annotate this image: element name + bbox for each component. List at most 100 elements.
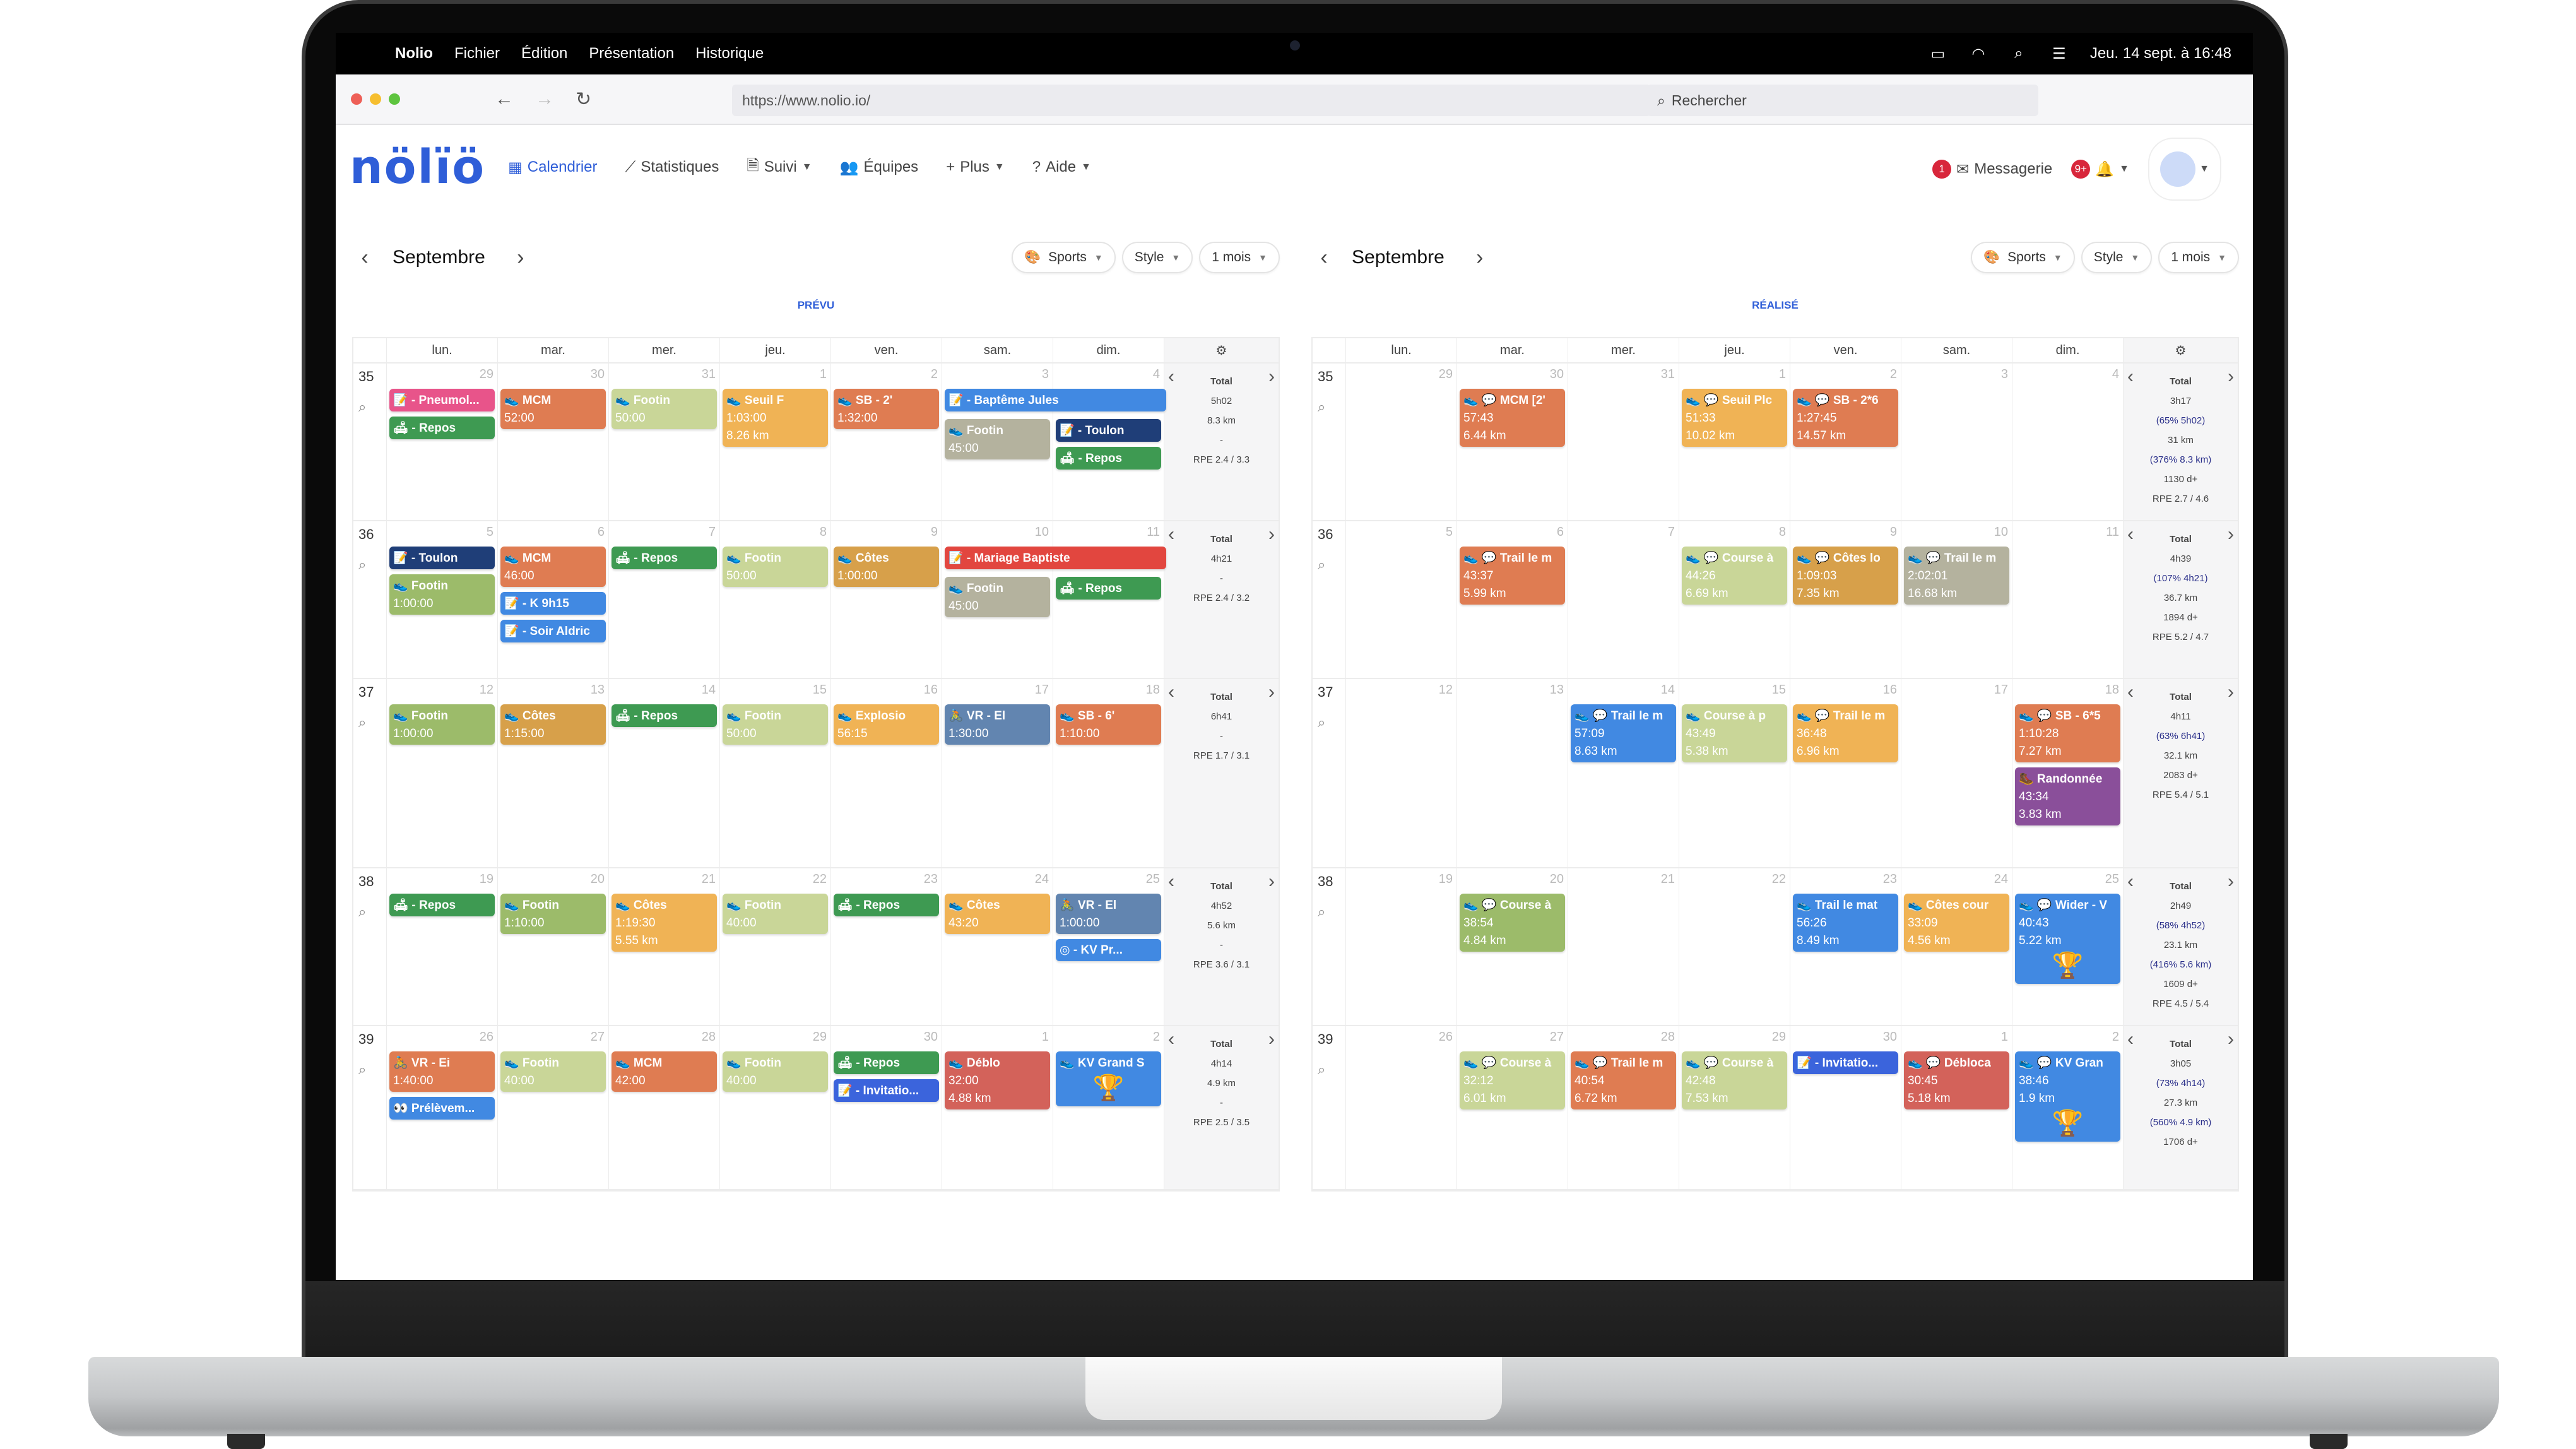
minimize-window-button[interactable] — [370, 93, 381, 105]
search-icon[interactable]: ⌕ — [358, 1062, 386, 1078]
search-icon[interactable]: ⌕ — [358, 557, 386, 573]
nav-item-calendrier[interactable]: ▦ Calendrier — [508, 155, 597, 180]
range-dropdown[interactable]: 1 mois ▼ — [1199, 242, 1280, 273]
chevron-left-icon[interactable]: ‹ — [1168, 682, 1174, 703]
style-dropdown[interactable]: Style ▼ — [1121, 242, 1193, 273]
calendar-event[interactable]: 👟 💬 MCM [2' 57:43 6.44 km — [1460, 389, 1565, 447]
calendar-event[interactable]: 👟 Footin 50:00 — [612, 389, 717, 429]
day-cell[interactable]: 29 — [1345, 364, 1456, 520]
day-cell[interactable]: 8 👟 💬 Course à 44:26 6.69 km — [1679, 521, 1790, 678]
nav-item-suivi[interactable]: 🗎 Suivi ▼ — [747, 155, 812, 180]
calendar-event[interactable]: 🛋 - Repos — [612, 547, 717, 569]
menubar-item-edition[interactable]: Édition — [521, 45, 567, 62]
day-cell[interactable]: 2 👟 💬 SB - 2*6 1:27:45 14.57 km — [1790, 364, 1901, 520]
calendar-event[interactable]: 📝 - Toulon — [389, 547, 495, 569]
day-cell[interactable]: 30 👟 MCM 52:00 — [497, 364, 608, 520]
day-cell[interactable]: 15 👟 Footin 50:00 — [719, 679, 830, 867]
day-cell[interactable]: 18 👟 SB - 6' 1:10:00 — [1053, 679, 1164, 867]
calendar-event[interactable]: 🛋 - Repos — [612, 704, 717, 727]
day-cell[interactable]: 19 — [1345, 868, 1456, 1025]
calendar-event[interactable]: 👟 SB - 6' 1:10:00 — [1056, 704, 1161, 745]
calendar-event[interactable]: 🥾 Randonnée 43:34 3.83 km — [2015, 767, 2120, 825]
day-cell[interactable]: 11 🛋 - Repos — [1053, 521, 1164, 678]
day-cell[interactable]: 29 👟 Footin 40:00 — [719, 1026, 830, 1189]
calendar-event[interactable]: 📝 - K 9h15 — [500, 592, 606, 615]
calendar-event[interactable]: 👟 Côtes 1:19:30 5.55 km — [612, 894, 717, 952]
day-cell[interactable]: 1 👟 Seuil F 1:03:00 8.26 km — [719, 364, 830, 520]
day-cell[interactable]: 29 📝 - Pneumol... 🛋 - Repos — [386, 364, 497, 520]
calendar-event[interactable]: 👟 💬 KV Gran 38:46 1.9 km 🏆 — [2015, 1051, 2120, 1142]
calendar-event[interactable]: 👟 MCM 42:00 — [612, 1051, 717, 1092]
day-cell[interactable]: 20 👟 Footin 1:10:00 — [497, 868, 608, 1025]
day-cell[interactable]: 21 👟 Côtes 1:19:30 5.55 km — [608, 868, 719, 1025]
day-cell[interactable]: 5 — [1345, 521, 1456, 678]
day-cell[interactable]: 24 👟 Côtes 43:20 — [942, 868, 1053, 1025]
calendar-event[interactable]: 👟 Footin 45:00 — [945, 577, 1050, 617]
day-cell[interactable]: 1 👟 💬 Seuil Plc 51:33 10.02 km — [1679, 364, 1790, 520]
calendar-event[interactable]: 👟 💬 SB - 2*6 1:27:45 14.57 km — [1793, 389, 1898, 447]
day-cell[interactable]: 14 👟 💬 Trail le m 57:09 8.63 km — [1568, 679, 1679, 867]
chevron-left-icon[interactable]: ‹ — [2127, 871, 2134, 892]
day-cell[interactable]: 1 👟 💬 Débloca 30:45 5.18 km — [1901, 1026, 2012, 1189]
day-cell[interactable]: 7 — [1568, 521, 1679, 678]
calendar-event[interactable]: 👟 Côtes 43:20 — [945, 894, 1050, 934]
day-cell[interactable]: 2 👟 KV Grand S 🏆 — [1053, 1026, 1164, 1189]
day-cell[interactable]: 10 👟 💬 Trail le m 2:02:01 16.68 km — [1901, 521, 2012, 678]
calendar-event[interactable]: 👟 💬 Trail le m 43:37 5.99 km — [1460, 547, 1565, 605]
day-cell[interactable]: 20 👟 💬 Course à 38:54 4.84 km — [1456, 868, 1568, 1025]
calendar-event[interactable]: 👟 💬 Seuil Plc 51:33 10.02 km — [1682, 389, 1787, 447]
control-center-icon[interactable]: ☰ — [2050, 45, 2069, 63]
calendar-event[interactable]: 👟 Footin 40:00 — [500, 1051, 606, 1092]
day-cell[interactable]: 9 👟 Côtes 1:00:00 — [830, 521, 942, 678]
wifi-icon[interactable]: ◠ — [1969, 45, 1988, 63]
day-cell[interactable]: 22 👟 Footin 40:00 — [719, 868, 830, 1025]
calendar-event[interactable]: 📝 - Mariage Baptiste — [945, 547, 1166, 569]
calendar-event[interactable]: 🛋 - Repos — [834, 894, 939, 916]
nav-item-plus[interactable]: + Plus ▼ — [946, 155, 1005, 180]
day-cell[interactable]: 23 🛋 - Repos — [830, 868, 942, 1025]
range-dropdown[interactable]: 1 mois ▼ — [2158, 242, 2239, 273]
chevron-right-icon[interactable]: › — [2228, 1029, 2234, 1050]
day-cell[interactable]: 22 — [1679, 868, 1790, 1025]
calendar-event[interactable]: 👟 💬 Trail le m 36:48 6.96 km — [1793, 704, 1898, 762]
chevron-left-icon[interactable]: ‹ — [1168, 366, 1174, 387]
day-cell[interactable]: 2 👟 💬 KV Gran 38:46 1.9 km 🏆 — [2012, 1026, 2123, 1189]
calendar-event[interactable]: 👟 SB - 2' 1:32:00 — [834, 389, 939, 429]
day-cell[interactable]: 26 — [1345, 1026, 1456, 1189]
day-cell[interactable]: 30 📝 - Invitatio... — [1790, 1026, 1901, 1189]
chevron-right-icon[interactable]: › — [2228, 524, 2234, 545]
day-cell[interactable]: 21 — [1568, 868, 1679, 1025]
chevron-right-icon[interactable]: › — [1268, 524, 1275, 545]
calendar-event[interactable]: 👟 Footin 40:00 — [723, 1051, 828, 1092]
day-cell[interactable]: 19 🛋 - Repos — [386, 868, 497, 1025]
calendar-event[interactable]: 🛋 - Repos — [1056, 577, 1161, 600]
search-icon[interactable]: ⌕ — [358, 904, 386, 920]
chevron-right-icon[interactable]: › — [2228, 871, 2234, 892]
calendar-event[interactable]: 👟 💬 Trail le m 40:54 6.72 km — [1571, 1051, 1676, 1109]
calendar-event[interactable]: ◎ - KV Pr... — [1056, 939, 1161, 961]
calendar-event[interactable]: 👟 💬 Course à 44:26 6.69 km — [1682, 547, 1787, 605]
day-cell[interactable]: 17 — [1901, 679, 2012, 867]
calendar-event[interactable]: 👟 Footin 50:00 — [723, 547, 828, 587]
settings-gear-icon[interactable]: ⚙ — [2123, 338, 2238, 362]
day-cell[interactable]: 14 🛋 - Repos — [608, 679, 719, 867]
calendar-event[interactable]: 👟 MCM 52:00 — [500, 389, 606, 429]
day-cell[interactable]: 27 👟 💬 Course à 32:12 6.01 km — [1456, 1026, 1568, 1189]
day-cell[interactable]: 24 👟 Côtes cour 33:09 4.56 km — [1901, 868, 2012, 1025]
calendar-event[interactable]: 👀 Prélèvem... — [389, 1097, 495, 1120]
calendar-event[interactable]: 👟 Footin 40:00 — [723, 894, 828, 934]
calendar-event[interactable]: 🚴 VR - Ei 1:40:00 — [389, 1051, 495, 1092]
calendar-event[interactable]: 👟 Course à p 43:49 5.38 km — [1682, 704, 1787, 762]
day-cell[interactable]: 28 👟 MCM 42:00 — [608, 1026, 719, 1189]
previous-month-button[interactable]: ‹ — [1311, 245, 1337, 270]
calendar-event[interactable]: 👟 💬 Course à 42:48 7.53 km — [1682, 1051, 1787, 1109]
messages-button[interactable]: 1 ✉ Messagerie — [1932, 160, 2052, 179]
calendar-event[interactable]: 👟 Côtes cour 33:09 4.56 km — [1904, 894, 2009, 952]
close-window-button[interactable] — [351, 93, 362, 105]
calendar-event[interactable]: 📝 - Invitatio... — [834, 1079, 939, 1102]
day-cell[interactable]: 2 👟 SB - 2' 1:32:00 — [830, 364, 942, 520]
calendar-event[interactable]: 👟 MCM 46:00 — [500, 547, 606, 587]
calendar-event[interactable]: 👟 💬 SB - 6*5 1:10:28 7.27 km — [2015, 704, 2120, 762]
day-cell[interactable]: 9 👟 💬 Côtes lo 1:09:03 7.35 km — [1790, 521, 1901, 678]
chevron-left-icon[interactable]: ‹ — [2127, 524, 2134, 545]
